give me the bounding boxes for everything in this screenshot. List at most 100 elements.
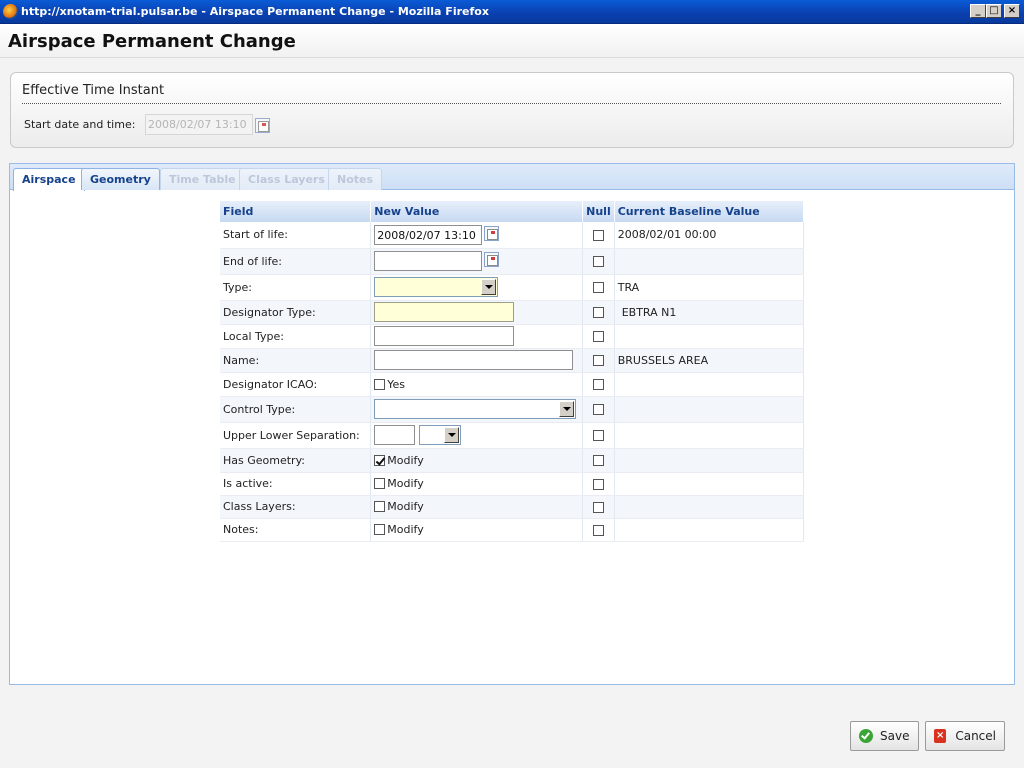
baseline-value (614, 396, 805, 423)
null-checkbox[interactable] (592, 355, 604, 366)
null-checkbox[interactable] (592, 430, 604, 441)
start-date-input[interactable]: 2008/02/07 13:10 (145, 114, 253, 135)
separation-unit-select[interactable] (418, 425, 461, 445)
null-checkbox[interactable] (592, 455, 604, 466)
table-row: Is active: Modify (220, 472, 805, 496)
cancel-x-icon: × (934, 729, 947, 743)
table-row: Start of life: 2008/02/07 13:10 2008/02/… (220, 222, 805, 249)
table-row: Designator ICAO: Yes (220, 372, 805, 397)
tab-notes[interactable]: Notes (328, 168, 383, 190)
field-label: End of life: (220, 248, 372, 275)
save-check-icon (859, 729, 873, 743)
field-label: Upper Lower Separation: (220, 422, 372, 449)
header-new-value: New Value (370, 201, 584, 222)
notes-checkbox[interactable] (374, 524, 386, 536)
null-checkbox[interactable] (592, 404, 604, 415)
checkbox-label: Modify (387, 523, 424, 537)
separation-value-input[interactable] (374, 425, 416, 445)
start-of-life-input[interactable]: 2008/02/07 13:10 (374, 224, 483, 245)
local-type-input[interactable] (374, 326, 515, 346)
table-row: Name: BRUSSELS AREA (220, 348, 805, 373)
save-button[interactable]: Save (850, 721, 919, 751)
designator-icao-checkbox[interactable] (374, 378, 386, 390)
table-row: Class Layers: Modify (220, 495, 805, 519)
checkbox-label: Modify (387, 477, 424, 491)
is-active-checkbox[interactable] (374, 478, 386, 490)
calendar-icon[interactable] (484, 225, 500, 241)
null-checkbox[interactable] (592, 524, 604, 536)
close-window-button[interactable]: × (1004, 4, 1020, 18)
baseline-value: EBTRA N1 (614, 300, 805, 325)
table-row: Notes: Modify (220, 518, 805, 542)
designator-type-input[interactable] (374, 302, 515, 322)
name-input[interactable] (374, 350, 574, 370)
checkbox-label: Modify (387, 500, 424, 514)
maximize-button[interactable]: □ (986, 4, 1002, 18)
field-label: Start of life: (220, 222, 372, 249)
table-row: Local Type: (220, 324, 805, 349)
field-label: Has Geometry: (220, 448, 372, 473)
field-label: Control Type: (220, 396, 372, 423)
tab-geometry[interactable]: Geometry (81, 168, 160, 190)
baseline-value (614, 472, 805, 496)
baseline-value (614, 248, 805, 275)
table-row: Control Type: (220, 396, 805, 423)
calendar-icon[interactable] (484, 252, 500, 267)
null-checkbox[interactable] (592, 331, 604, 342)
tab-panel: Airspace Geometry Time Table Class Layer… (9, 163, 1015, 685)
main-area: Effective Time Instant Start date and ti… (0, 58, 1024, 768)
baseline-value (614, 422, 805, 449)
baseline-value (614, 495, 805, 519)
grid-header-row: Field New Value Null Current Baseline Va… (220, 201, 805, 222)
field-label: Designator ICAO: (220, 372, 372, 397)
header-null: Null (582, 201, 615, 222)
control-type-select[interactable] (374, 399, 577, 419)
page-header: Airspace Permanent Change (0, 24, 1024, 58)
baseline-value: TRA (614, 274, 805, 301)
tab-airspace[interactable]: Airspace (13, 168, 85, 191)
header-baseline: Current Baseline Value (614, 201, 805, 222)
dropdown-arrow-icon[interactable] (481, 279, 497, 295)
null-checkbox[interactable] (592, 379, 604, 390)
table-row: End of life: (220, 248, 805, 275)
field-label: Designator Type: (220, 300, 372, 325)
dropdown-arrow-icon[interactable] (559, 401, 575, 417)
tab-strip: Airspace Geometry Time Table Class Layer… (10, 164, 1014, 191)
window-controls: _ □ × (970, 4, 1020, 18)
legend-divider (22, 103, 1001, 104)
cancel-button[interactable]: × Cancel (925, 721, 1005, 751)
null-checkbox[interactable] (592, 256, 604, 267)
tab-time-table[interactable]: Time Table (160, 168, 245, 190)
null-checkbox[interactable] (592, 478, 604, 490)
browser-window: Airspace Permanent Change Effective Time… (0, 24, 1024, 768)
calendar-icon[interactable] (255, 118, 270, 133)
minimize-button[interactable]: _ (970, 4, 986, 18)
has-geometry-checkbox[interactable] (374, 454, 386, 466)
type-select[interactable] (374, 277, 499, 297)
header-field: Field (220, 201, 372, 222)
tab-class-layers[interactable]: Class Layers (239, 168, 334, 190)
checkbox-label: Yes (387, 377, 406, 391)
field-label: Notes: (220, 518, 372, 542)
null-checkbox[interactable] (592, 229, 604, 241)
window-title: http://xnotam-trial.pulsar.be - Airspace… (21, 5, 489, 18)
firefox-icon (3, 4, 18, 19)
null-checkbox[interactable] (592, 307, 604, 318)
field-label: Name: (220, 348, 372, 373)
class-layers-checkbox[interactable] (374, 501, 386, 513)
end-of-life-input[interactable] (374, 251, 483, 271)
field-label: Type: (220, 274, 372, 301)
null-checkbox[interactable] (592, 501, 604, 513)
baseline-value (614, 372, 805, 397)
null-checkbox[interactable] (592, 282, 604, 293)
save-label: Save (880, 729, 910, 743)
dropdown-arrow-icon[interactable] (443, 427, 459, 443)
table-row: Upper Lower Separation: (220, 422, 805, 449)
field-label: Is active: (220, 472, 372, 496)
checkbox-label: Modify (387, 453, 424, 467)
table-row: Has Geometry: Modify (220, 448, 805, 473)
table-row: Type: TRA (220, 274, 805, 301)
field-label: Class Layers: (220, 495, 372, 519)
window-title-bar: http://xnotam-trial.pulsar.be - Airspace… (0, 0, 1024, 24)
baseline-value (614, 518, 805, 542)
